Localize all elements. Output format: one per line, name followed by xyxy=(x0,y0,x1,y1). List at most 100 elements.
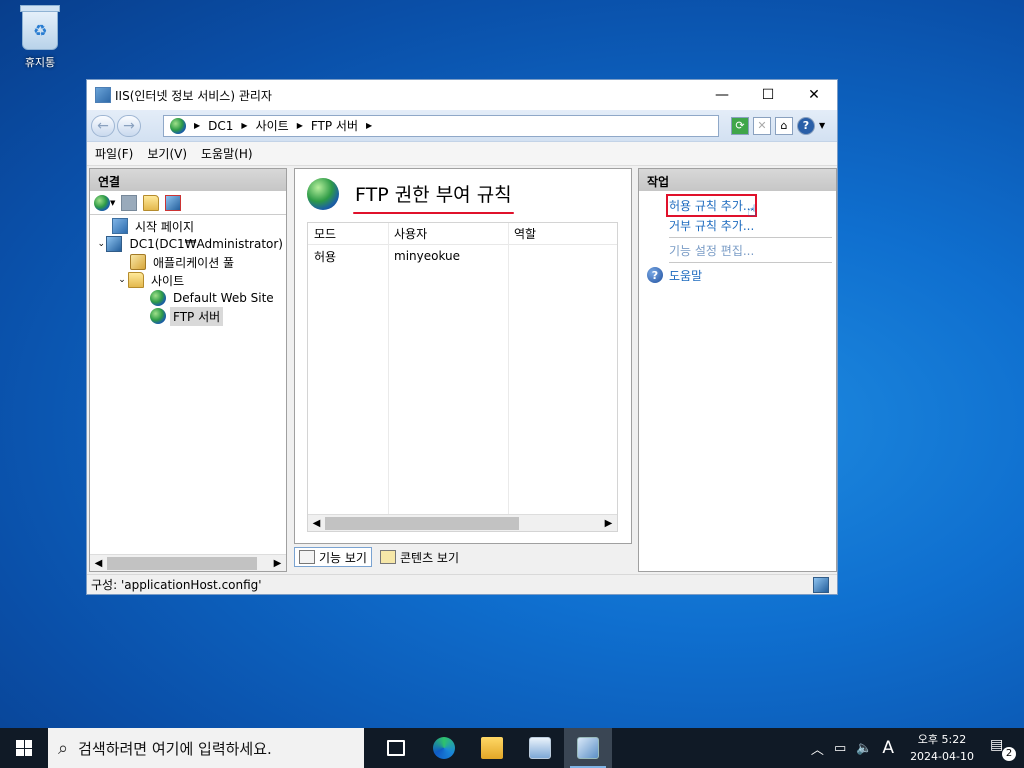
table-row[interactable]: 허용 minyeokue xyxy=(308,245,617,267)
refresh-icon[interactable]: ⟳ xyxy=(731,116,749,135)
close-button[interactable]: ✕ xyxy=(791,80,837,110)
iis-app-icon xyxy=(95,87,111,103)
clock-time: 오후 5:22 xyxy=(917,733,967,746)
tree-item-label: 애플리케이션 풀 xyxy=(153,255,235,270)
globe-icon xyxy=(307,178,339,210)
clock[interactable]: 오후 5:22 2024-04-10 xyxy=(910,731,974,765)
tab-features-view[interactable]: 기능 보기 xyxy=(294,547,372,567)
stop-icon[interactable]: ✕ xyxy=(753,116,771,135)
forward-button[interactable]: → xyxy=(117,114,141,137)
feature-title: FTP 권한 부여 규칙 xyxy=(353,180,514,214)
tree-item-label: 사이트 xyxy=(151,273,185,288)
cell-mode: 허용 xyxy=(314,249,337,264)
scroll-left-icon[interactable]: ◀ xyxy=(90,558,107,569)
connections-scrollbar[interactable]: ◀ ▶ xyxy=(90,554,286,571)
search-icon: ⌕ xyxy=(58,737,69,759)
scroll-thumb[interactable] xyxy=(107,556,257,570)
scroll-thumb[interactable] xyxy=(325,516,519,530)
start-button[interactable] xyxy=(0,728,48,768)
disconnect-icon[interactable] xyxy=(165,194,182,211)
tree-item-default-web-site[interactable]: Default Web Site xyxy=(90,289,286,307)
connections-header: 연결 xyxy=(90,169,286,191)
up-folder-icon[interactable] xyxy=(143,194,160,211)
task-view-button[interactable] xyxy=(372,728,420,768)
content-view-icon xyxy=(379,550,396,564)
app-pool-icon xyxy=(130,254,146,270)
help-icon: ? xyxy=(647,267,663,283)
tree-item-sites[interactable]: ⌄ 사이트 xyxy=(90,271,286,289)
folder-icon xyxy=(481,737,503,759)
chevron-down-icon[interactable]: ▼ xyxy=(110,199,115,207)
status-text: 구성: 'applicationHost.config' xyxy=(91,578,262,592)
address-field[interactable]: ▶ DC1 ▶ 사이트 ▶ FTP 서버 ▶ xyxy=(163,114,719,137)
edit-feature-settings-link[interactable]: 기능 설정 편집... xyxy=(639,240,836,260)
iis-manager-icon xyxy=(577,737,599,759)
tree-item-app-pools[interactable]: 애플리케이션 풀 xyxy=(90,253,286,271)
file-explorer-button[interactable] xyxy=(468,728,516,768)
notification-icon: ▤ xyxy=(990,737,1004,753)
breadcrumb-arrow-icon[interactable]: ▶ xyxy=(297,121,303,130)
chevron-up-icon[interactable]: ︿ xyxy=(811,739,824,758)
breadcrumb-arrow-icon[interactable]: ▶ xyxy=(194,121,200,130)
scroll-left-icon[interactable]: ◀ xyxy=(308,518,325,529)
help-link[interactable]: ? 도움말 xyxy=(639,265,836,285)
divider xyxy=(669,237,832,238)
actions-pane: 작업 허용 규칙 추가... ☝ 거부 규칙 추가... 기능 설정 편집...… xyxy=(638,168,837,572)
tree-item-ftp-server[interactable]: FTP 서버 xyxy=(90,306,286,326)
menu-file[interactable]: 파일(F) xyxy=(95,145,133,162)
tree-item-start-page[interactable]: 시작 페이지 xyxy=(90,217,286,235)
breadcrumb-arrow-icon[interactable]: ▶ xyxy=(241,121,247,130)
menu-view[interactable]: 보기(V) xyxy=(147,145,187,162)
help-dropdown-icon[interactable]: ? xyxy=(797,116,815,135)
speaker-muted-icon[interactable]: 🔈 xyxy=(856,741,872,756)
breadcrumb-item-dc1[interactable]: DC1 xyxy=(208,119,233,133)
search-placeholder: 검색하려면 여기에 입력하세요. xyxy=(78,739,272,758)
title-bar[interactable]: IIS(인터넷 정보 서비스) 관리자 — ☐ ✕ xyxy=(87,80,837,110)
save-icon[interactable] xyxy=(121,194,138,211)
taskbar-search[interactable]: ⌕ 검색하려면 여기에 입력하세요. xyxy=(48,728,364,768)
ime-indicator[interactable]: A xyxy=(882,738,894,758)
connections-toolbar: ▼ xyxy=(90,191,286,215)
recycle-bin-label: 휴지통 xyxy=(24,56,56,69)
add-allow-rule-link[interactable]: 허용 규칙 추가... ☝ xyxy=(639,193,836,220)
scroll-track[interactable] xyxy=(325,516,600,530)
feature-pane: FTP 권한 부여 규칙 모드 사용자 역할 허용 minyeokue ◀ ▶ xyxy=(294,168,632,544)
expander-icon[interactable]: ⌄ xyxy=(116,275,128,285)
breadcrumb-item-sites[interactable]: 사이트 xyxy=(256,117,289,134)
action-label: 도움말 xyxy=(669,268,703,283)
column-header-mode[interactable]: 모드 xyxy=(308,225,388,242)
breadcrumb-arrow-icon[interactable]: ▶ xyxy=(366,121,372,130)
tree-item-server[interactable]: ⌄ DC1(DC1₩Administrator) xyxy=(90,235,286,253)
breadcrumb-item-ftp-server[interactable]: FTP 서버 xyxy=(311,117,358,134)
scroll-track[interactable] xyxy=(107,556,269,570)
minimize-button[interactable]: — xyxy=(699,80,745,110)
edge-button[interactable] xyxy=(420,728,468,768)
column-header-user[interactable]: 사용자 xyxy=(388,225,508,242)
connect-globe-icon[interactable] xyxy=(94,194,110,211)
features-view-icon xyxy=(299,550,315,564)
iis-manager-button[interactable] xyxy=(564,728,612,768)
chevron-down-icon[interactable]: ▼ xyxy=(819,121,825,130)
menu-help[interactable]: 도움말(H) xyxy=(201,145,253,162)
server-manager-button[interactable] xyxy=(516,728,564,768)
home-icon[interactable]: ⌂ xyxy=(775,116,793,135)
tab-label: 기능 보기 xyxy=(319,550,367,565)
view-tabs: 기능 보기 콘텐츠 보기 xyxy=(294,546,463,568)
expander-icon[interactable]: ⌄ xyxy=(96,239,106,249)
rules-scrollbar[interactable]: ◀ ▶ xyxy=(308,514,617,531)
add-deny-rule-link[interactable]: 거부 규칙 추가... xyxy=(639,215,836,235)
server-status-icon xyxy=(813,577,829,593)
column-header-role[interactable]: 역할 xyxy=(508,225,617,242)
network-icon[interactable]: ▭ xyxy=(834,741,846,756)
scroll-right-icon[interactable]: ▶ xyxy=(269,558,286,569)
action-label: 허용 규칙 추가... xyxy=(665,193,758,217)
notification-center-button[interactable]: ▤ 2 xyxy=(990,737,1016,761)
folder-icon xyxy=(128,272,144,288)
address-bar: ← → ▶ DC1 ▶ 사이트 ▶ FTP 서버 ▶ ⟳ ✕ ⌂ ? ▼ xyxy=(87,110,837,142)
tab-content-view[interactable]: 콘텐츠 보기 xyxy=(376,547,463,567)
scroll-right-icon[interactable]: ▶ xyxy=(600,518,617,529)
back-button[interactable]: ← xyxy=(91,114,115,137)
recycle-bin[interactable]: ♻ 휴지통 xyxy=(10,5,70,70)
tab-label: 콘텐츠 보기 xyxy=(399,550,459,565)
maximize-button[interactable]: ☐ xyxy=(745,80,791,110)
